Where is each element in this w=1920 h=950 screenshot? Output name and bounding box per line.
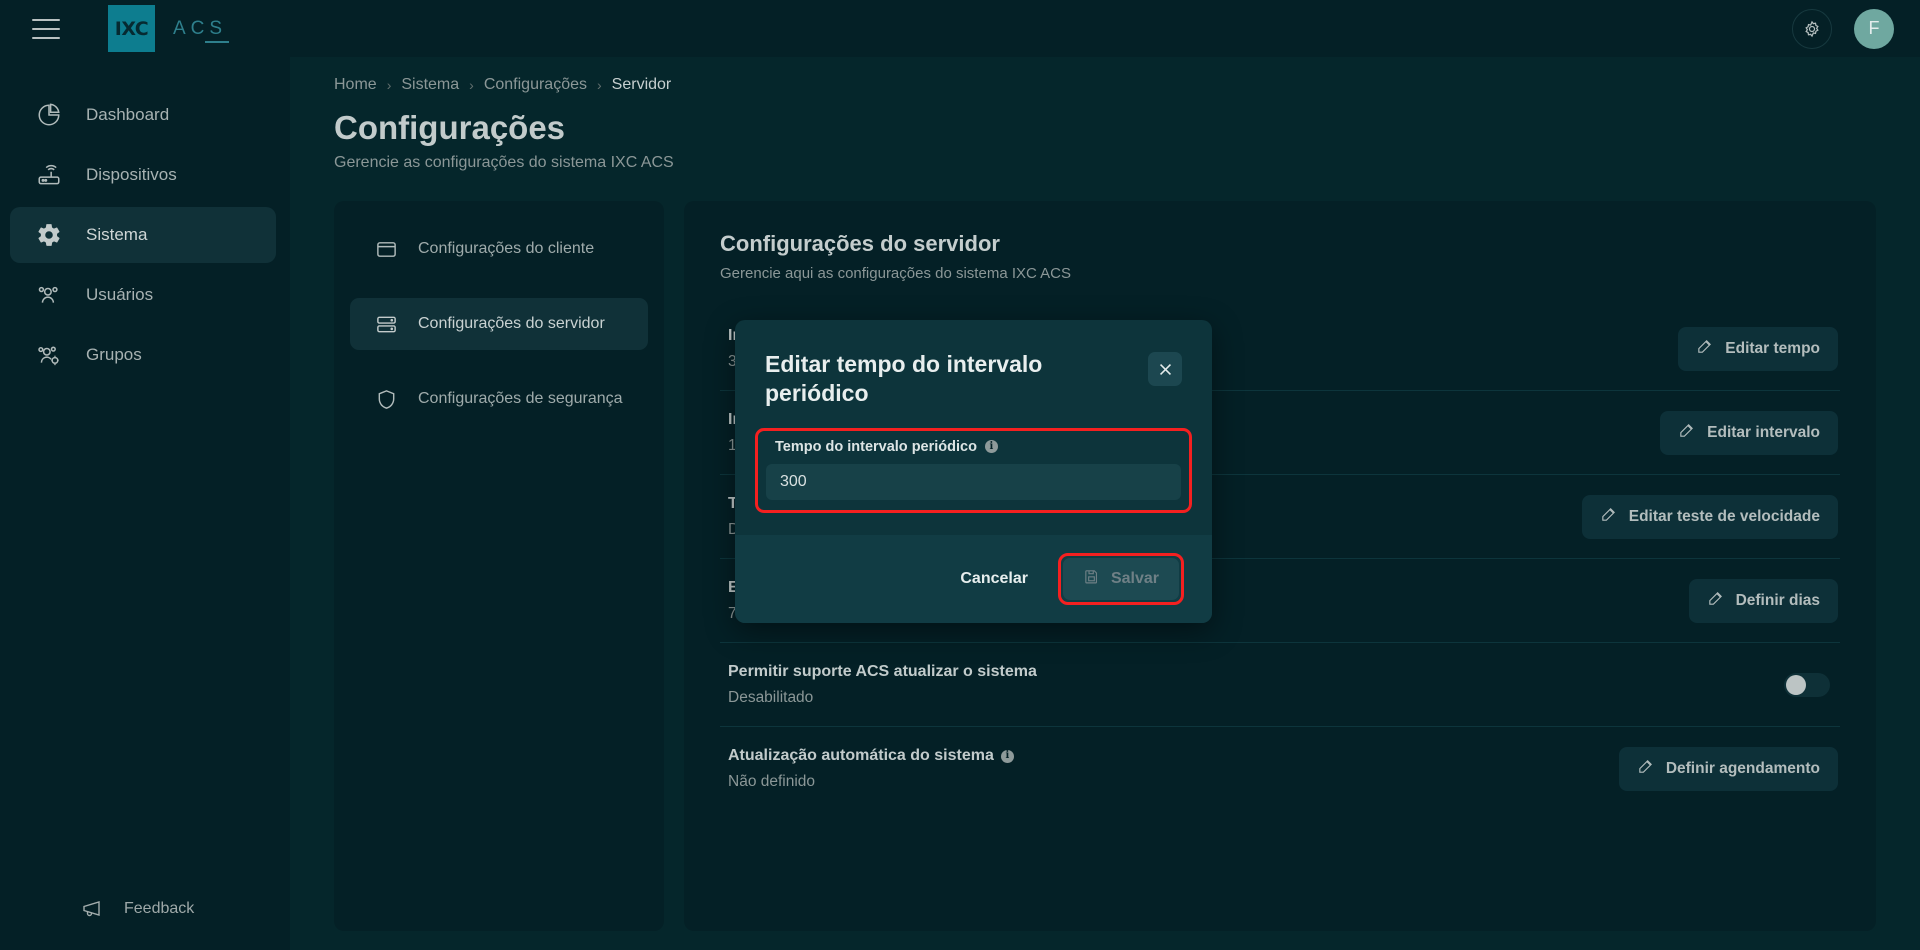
megaphone-icon bbox=[78, 894, 108, 924]
table-row: Permitir suporte ACS atualizar o sistema… bbox=[720, 643, 1840, 727]
edit-intervalo-label: Editar intervalo bbox=[1707, 423, 1820, 441]
subnav-item-label: Configurações de segurança bbox=[418, 390, 623, 407]
edit-intervalo-button[interactable]: Editar intervalo bbox=[1660, 410, 1838, 455]
edit-pencil-icon bbox=[1707, 590, 1724, 612]
sidebar-item-sistema[interactable]: Sistema bbox=[10, 207, 276, 263]
feedback-label: Feedback bbox=[124, 900, 195, 917]
subnav-item-security-settings[interactable]: Configurações de segurança bbox=[350, 373, 648, 425]
close-x-icon[interactable] bbox=[1148, 352, 1182, 386]
modal-title: Editar tempo do intervalo periódico bbox=[765, 351, 1043, 406]
definir-dias-button[interactable]: Definir dias bbox=[1688, 578, 1838, 623]
router-icon bbox=[34, 160, 64, 190]
top-bar-actions: F bbox=[1792, 8, 1894, 49]
users-icon bbox=[34, 280, 64, 310]
page-subtitle: Gerencie as configurações do sistema IXC… bbox=[334, 154, 674, 171]
subnav-item-label: Configurações do servidor bbox=[418, 315, 605, 332]
gear-icon[interactable] bbox=[1792, 8, 1832, 49]
edit-tempo-label: Editar tempo bbox=[1725, 339, 1820, 357]
edit-tempo-button[interactable]: Editar tempo bbox=[1678, 326, 1838, 371]
avatar[interactable]: F bbox=[1854, 8, 1894, 49]
breadcrumb-item-sistema[interactable]: Sistema bbox=[401, 76, 459, 94]
gear-icon bbox=[34, 220, 64, 250]
edit-pencil-icon bbox=[1678, 422, 1695, 444]
edit-pencil-icon bbox=[1600, 506, 1617, 528]
breadcrumb-item-servidor[interactable]: Servidor bbox=[612, 76, 672, 94]
row-value: Não definido bbox=[728, 773, 816, 790]
row-value: Desabilitado bbox=[728, 688, 814, 706]
row-label: Permitir suporte ACS atualizar o sistema bbox=[728, 662, 1037, 680]
panel-title: Configurações do servidor bbox=[720, 231, 1000, 256]
edit-speed-test-label: Editar teste de velocidade bbox=[1628, 507, 1820, 525]
cancel-button[interactable]: Cancelar bbox=[946, 560, 1042, 598]
shield-icon bbox=[374, 387, 398, 411]
save-floppy-icon bbox=[1083, 568, 1100, 590]
edit-periodic-interval-modal: Editar tempo do intervalo periódico Temp… bbox=[735, 320, 1212, 623]
table-row: Atualização automática do sistema i Não … bbox=[720, 727, 1840, 811]
acs-support-update-toggle[interactable] bbox=[1784, 672, 1830, 697]
breadcrumb-separator: › bbox=[597, 77, 602, 93]
save-button[interactable]: Salvar bbox=[1062, 557, 1179, 600]
definir-agendamento-label: Definir agendamento bbox=[1665, 760, 1820, 777]
field-label: Tempo do intervalo periódico i bbox=[766, 439, 1181, 455]
ixc-logo-mark: IXC bbox=[108, 5, 155, 52]
edit-pencil-icon bbox=[1696, 338, 1713, 360]
save-button-highlight: Salvar bbox=[1057, 552, 1184, 605]
modal-footer: Cancelar Salvar bbox=[735, 534, 1212, 623]
brand-name: ACS bbox=[173, 17, 230, 43]
periodic-interval-field-highlight: Tempo do intervalo periódico i bbox=[755, 427, 1192, 513]
sidebar-item-label: Grupos bbox=[86, 345, 142, 364]
page-title: Configurações bbox=[334, 109, 566, 146]
sidebar-item-dashboard[interactable]: Dashboard bbox=[10, 87, 276, 143]
definir-dias-label: Definir dias bbox=[1735, 591, 1820, 609]
breadcrumb: Home › Sistema › Configurações › Servido… bbox=[334, 57, 1876, 94]
subnav-item-server-settings[interactable]: Configurações do servidor bbox=[350, 298, 648, 350]
breadcrumb-separator: › bbox=[469, 77, 474, 93]
edit-speed-test-button[interactable]: Editar teste de velocidade bbox=[1581, 494, 1838, 539]
settings-subnav: Configurações do cliente Configurações d… bbox=[334, 201, 664, 931]
row-label-text: Atualização automática do sistema bbox=[728, 747, 994, 764]
panel-subtitle: Gerencie aqui as configurações do sistem… bbox=[720, 265, 1072, 282]
subnav-item-client-settings[interactable]: Configurações do cliente bbox=[350, 223, 648, 275]
breadcrumb-item-configuracoes[interactable]: Configurações bbox=[484, 76, 587, 94]
sidebar-item-usuarios[interactable]: Usuários bbox=[10, 267, 276, 323]
sidebar-item-label: Dispositivos bbox=[86, 165, 177, 184]
subnav-item-label: Configurações do cliente bbox=[418, 240, 595, 257]
periodic-interval-input[interactable] bbox=[766, 463, 1181, 500]
definir-agendamento-button[interactable]: Definir agendamento bbox=[1618, 747, 1838, 791]
sidebar-item-label: Sistema bbox=[86, 225, 148, 244]
feedback-button[interactable]: Feedback bbox=[0, 894, 290, 924]
users-gear-icon bbox=[34, 340, 64, 370]
top-bar: IXC ACS F bbox=[0, 0, 1920, 57]
modal-body: Tempo do intervalo periódico i bbox=[735, 408, 1212, 513]
sidebar-item-label: Usuários bbox=[86, 285, 154, 304]
breadcrumb-item-home[interactable]: Home bbox=[334, 76, 377, 94]
row-label: Atualização automática do sistema i bbox=[728, 747, 1014, 765]
breadcrumb-separator: › bbox=[386, 77, 392, 93]
window-icon bbox=[374, 237, 398, 261]
pie-chart-icon bbox=[34, 100, 64, 130]
sidebar-nav: Dashboard Dispositivos Sistema Usuários … bbox=[0, 57, 290, 383]
server-icon bbox=[374, 312, 398, 336]
edit-pencil-icon bbox=[1637, 758, 1654, 780]
sidebar: Dashboard Dispositivos Sistema Usuários … bbox=[0, 57, 290, 950]
save-button-label: Salvar bbox=[1110, 569, 1159, 587]
modal-header: Editar tempo do intervalo periódico bbox=[735, 320, 1212, 408]
brand-logo[interactable]: IXC ACS bbox=[108, 5, 230, 52]
field-label-text: Tempo do intervalo periódico bbox=[775, 438, 977, 455]
hamburger-menu-icon[interactable] bbox=[32, 18, 60, 39]
toggle-knob bbox=[1786, 674, 1806, 695]
info-icon[interactable]: i bbox=[984, 440, 998, 453]
sidebar-item-dispositivos[interactable]: Dispositivos bbox=[10, 147, 276, 203]
sidebar-item-label: Dashboard bbox=[86, 105, 170, 124]
info-icon[interactable]: i bbox=[1000, 749, 1014, 763]
sidebar-item-grupos[interactable]: Grupos bbox=[10, 327, 276, 383]
